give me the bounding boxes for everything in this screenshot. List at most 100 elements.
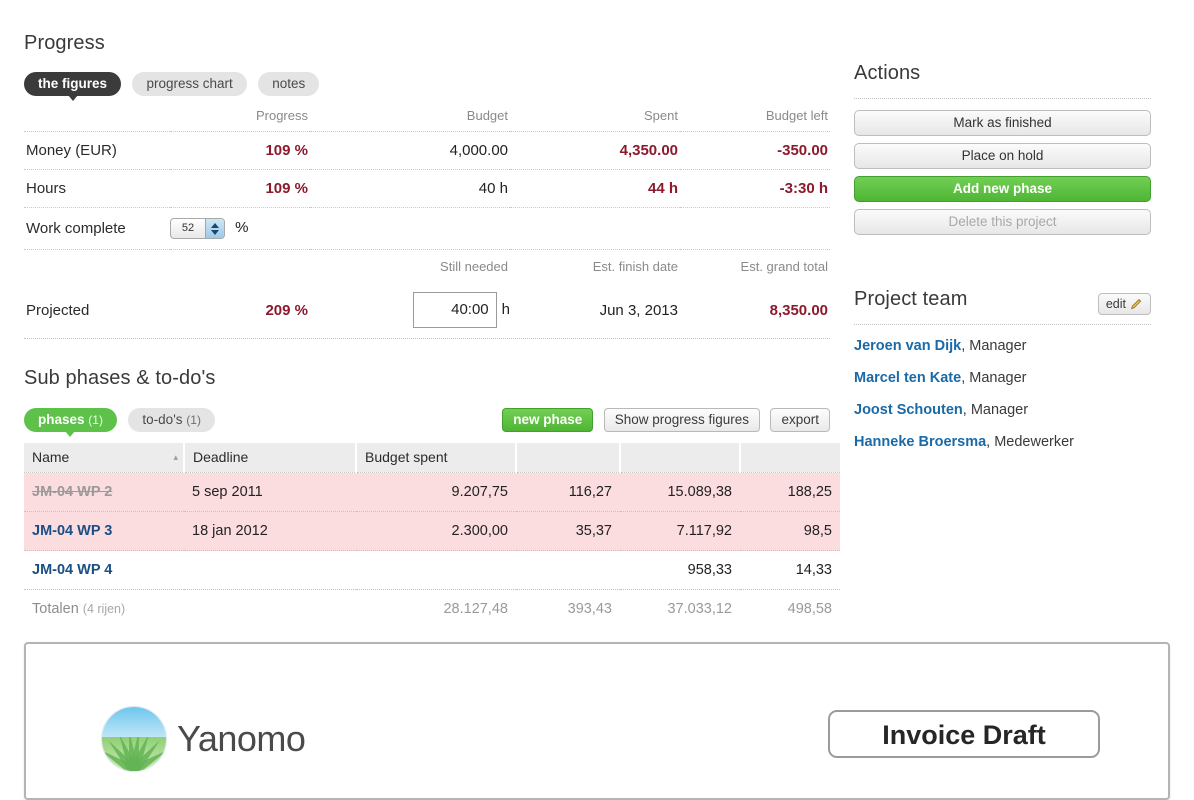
tab-progress-chart[interactable]: progress chart xyxy=(132,72,247,96)
projected-header-row: Still needed Est. finish date Est. grand… xyxy=(24,249,830,282)
delete-this-project-button[interactable]: Delete this project xyxy=(854,209,1151,235)
list-item[interactable]: Marcel ten Kate, Manager xyxy=(854,370,1154,386)
tab-todos[interactable]: to-do's (1) xyxy=(128,408,215,432)
tab-phases-label: phases xyxy=(38,412,85,427)
list-item[interactable]: Hanneke Broersma, Medewerker xyxy=(854,434,1154,450)
totals-deadline xyxy=(184,589,356,628)
export-button[interactable]: export xyxy=(770,408,830,432)
phase-name[interactable]: JM-04 WP 3 xyxy=(24,511,184,551)
sort-asc-icon: ▴ xyxy=(173,452,178,462)
figures-header-row: Progress Budget Spent Budget left xyxy=(24,104,830,132)
team-member-role: , Manager xyxy=(962,402,1029,418)
work-complete-stepper[interactable]: 52 xyxy=(170,218,225,239)
team-members-list: Jeroen van Dijk, Manager Marcel ten Kate… xyxy=(854,338,1154,466)
logo-sky xyxy=(102,707,166,738)
show-progress-figures-button[interactable]: Show progress figures xyxy=(603,408,761,432)
project-detail-page: Progress the figures progress chart note… xyxy=(0,0,1194,800)
new-phase-button[interactable]: new phase xyxy=(502,408,594,432)
phases-header-row: Name ▴ Deadline Budget spent xyxy=(24,443,840,473)
col-spent: Spent xyxy=(644,108,678,123)
invoice-panel: Yanomo Invoice Draft xyxy=(24,642,1170,800)
logo-field xyxy=(102,737,166,771)
phase-col4: 35,37 xyxy=(516,511,620,551)
col-budget-left: Budget left xyxy=(765,108,828,123)
list-item[interactable]: Jeroen van Dijk, Manager xyxy=(854,338,1154,354)
totals-row: Totalen (4 rijen) 28.127,48 393,43 37.03… xyxy=(24,589,840,628)
row-hours: Hours 109 % 40 h 44 h -3:30 h xyxy=(24,169,830,208)
mark-as-finished-button[interactable]: Mark as finished xyxy=(854,110,1151,136)
phase-budget-spent: 9.207,75 xyxy=(356,472,516,512)
phases-col-name[interactable]: Name ▴ xyxy=(24,443,185,473)
tab-notes[interactable]: notes xyxy=(258,72,320,96)
phases-table: Name ▴ Deadline Budget spent JM-04 WP 2 … xyxy=(24,443,840,628)
row-hours-progress: 109 % xyxy=(170,169,310,208)
stepper-arrows-icon[interactable] xyxy=(205,219,224,238)
table-row[interactable]: JM-04 WP 2 5 sep 2011 9.207,75 116,27 15… xyxy=(24,472,840,512)
projected-percent: 209 % xyxy=(265,301,308,319)
place-on-hold-button[interactable]: Place on hold xyxy=(854,143,1151,169)
phase-deadline: 5 sep 2011 xyxy=(184,472,356,512)
phases-col-4[interactable] xyxy=(516,443,621,473)
table-row[interactable]: JM-04 WP 4 958,33 14,33 xyxy=(24,550,840,590)
totals-budget-spent: 28.127,48 xyxy=(356,589,516,628)
phases-col-deadline[interactable]: Deadline xyxy=(184,443,357,473)
phases-col-name-label: Name xyxy=(32,449,70,465)
phase-col5: 7.117,92 xyxy=(620,511,740,551)
team-member-role: , Manager xyxy=(961,338,1027,354)
phase-name[interactable]: JM-04 WP 4 xyxy=(24,550,184,590)
team-member-role: , Medewerker xyxy=(986,434,1075,450)
phase-budget-spent: 2.300,00 xyxy=(356,511,516,551)
phase-col6: 188,25 xyxy=(740,472,840,512)
row-money: Money (EUR) 109 % 4,000.00 4,350.00 -350… xyxy=(24,131,830,170)
phase-col6: 14,33 xyxy=(740,550,840,590)
phase-col4: 116,27 xyxy=(516,472,620,512)
yanomo-wordmark: Yanomo xyxy=(177,718,306,759)
team-member-name[interactable]: Joost Schouten xyxy=(854,402,963,418)
yanomo-logo: Yanomo xyxy=(101,706,306,772)
row-hours-spent: 44 h xyxy=(510,169,680,208)
page-title: Progress xyxy=(24,32,105,54)
row-projected: Projected 209 % 40:00 h Jun 3, 2013 8,35… xyxy=(24,282,830,338)
phases-col-budget-spent[interactable]: Budget spent xyxy=(356,443,517,473)
actions-title: Actions xyxy=(854,62,921,84)
subphases-tabs: phases (1) to-do's (1) xyxy=(24,408,222,437)
edit-team-button[interactable]: edit xyxy=(1097,293,1151,315)
edit-team-label: edit xyxy=(1105,297,1126,311)
work-complete-value: 52 xyxy=(181,222,195,234)
figures-bottom-rule xyxy=(24,338,830,339)
grand-total-header: Est. grand total xyxy=(680,249,830,282)
phases-col-6[interactable] xyxy=(740,443,840,473)
tab-phases-count: (1) xyxy=(88,413,103,427)
row-money-budget-left: -350.00 xyxy=(680,131,830,170)
work-complete-unit: % xyxy=(235,219,249,237)
phase-budget-spent xyxy=(356,550,516,590)
tab-the-figures[interactable]: the figures xyxy=(24,72,122,101)
row-money-spent: 4,350.00 xyxy=(510,131,680,170)
row-hours-budget-left: -3:30 h xyxy=(680,169,830,208)
team-member-name[interactable]: Marcel ten Kate xyxy=(854,370,961,386)
still-needed-unit: h xyxy=(501,301,510,318)
figures-table: Progress Budget Spent Budget left Money … xyxy=(24,104,830,339)
row-hours-budget: 40 h xyxy=(310,169,510,208)
add-new-phase-button[interactable]: Add new phase xyxy=(854,176,1151,202)
row-work-complete: Work complete 52 % xyxy=(24,207,830,250)
still-needed-input[interactable]: 40:00 xyxy=(412,292,497,328)
row-hours-label: Hours xyxy=(24,169,170,208)
phases-col-5[interactable] xyxy=(620,443,741,473)
phase-name[interactable]: JM-04 WP 2 xyxy=(24,472,184,512)
list-item[interactable]: Joost Schouten, Manager xyxy=(854,402,1154,418)
actions-buttons: Mark as finished Place on hold Add new p… xyxy=(854,110,1151,242)
table-row[interactable]: JM-04 WP 3 18 jan 2012 2.300,00 35,37 7.… xyxy=(24,511,840,551)
phase-deadline xyxy=(184,550,356,590)
totals-col5: 37.033,12 xyxy=(620,589,740,628)
col-progress: Progress xyxy=(255,108,308,123)
phase-deadline: 18 jan 2012 xyxy=(184,511,356,551)
still-needed-group: 40:00 h xyxy=(412,292,510,328)
tab-phases[interactable]: phases (1) xyxy=(24,408,117,437)
tab-todos-count: (1) xyxy=(186,413,201,427)
projected-label: Projected xyxy=(26,301,90,319)
phase-col4 xyxy=(516,550,620,590)
progress-tabs: the figures progress chart notes xyxy=(24,72,326,101)
team-member-name[interactable]: Hanneke Broersma xyxy=(854,434,986,450)
team-member-name[interactable]: Jeroen van Dijk xyxy=(854,338,961,354)
